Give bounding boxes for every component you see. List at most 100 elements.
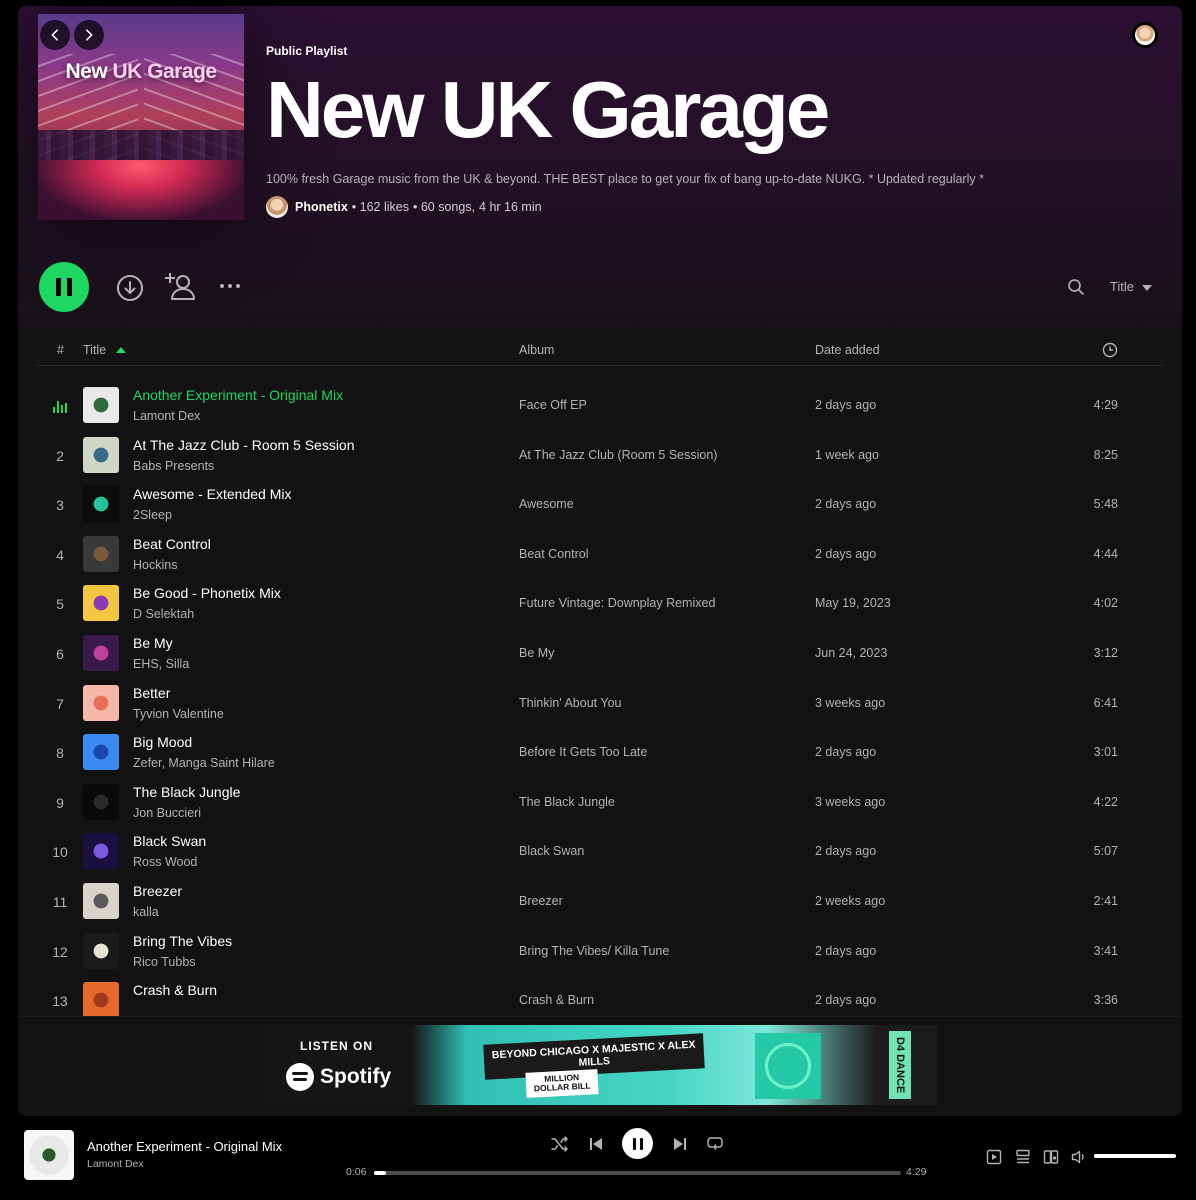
track-album[interactable]: Bring The Vibes/ Killa Tune <box>519 944 669 958</box>
profile-avatar-button[interactable] <box>1132 22 1158 48</box>
likes-count: • 162 likes <box>351 200 409 214</box>
track-row[interactable]: 5 Be Good - Phonetix Mix D Selektah Future … <box>38 579 1162 629</box>
mute-button[interactable] <box>1069 1147 1089 1167</box>
track-album[interactable]: Face Off EP <box>519 398 587 412</box>
track-row[interactable]: 4 Beat Control Hockins Beat Control 2 days a… <box>38 530 1162 580</box>
connect-device-button[interactable] <box>1041 1147 1061 1167</box>
track-artist[interactable]: Hockins <box>133 558 177 572</box>
track-row[interactable]: Another Experiment - Original Mix Lamont … <box>38 381 1162 431</box>
owner-avatar[interactable] <box>266 196 288 218</box>
player-pause-button[interactable] <box>622 1128 653 1159</box>
track-title[interactable]: Another Experiment - Original Mix <box>133 387 343 403</box>
track-artist[interactable]: Ross Wood <box>133 855 197 869</box>
track-number: 3 <box>56 497 64 514</box>
page-title: New UK Garage <box>266 65 830 154</box>
pause-button[interactable] <box>39 262 89 312</box>
now-playing-artwork[interactable] <box>24 1130 74 1180</box>
owner-link[interactable]: Phonetix <box>295 200 348 214</box>
track-artist[interactable]: D Selektah <box>133 607 194 621</box>
track-title[interactable]: Better <box>133 685 170 701</box>
pause-icon <box>56 278 61 296</box>
invite-collaborator-button[interactable] <box>164 270 196 302</box>
track-album[interactable]: Crash & Burn <box>519 993 594 1007</box>
track-album[interactable]: Black Swan <box>519 844 584 858</box>
track-title[interactable]: Crash & Burn <box>133 982 217 998</box>
track-title[interactable]: Beat Control <box>133 536 211 552</box>
track-row[interactable]: 2 At The Jazz Club - Room 5 Session Babs P… <box>38 431 1162 481</box>
queue-button[interactable] <box>1013 1147 1033 1167</box>
songs-count: • 60 songs, <box>412 200 476 214</box>
track-artist[interactable]: Babs Presents <box>133 459 214 473</box>
previous-button[interactable] <box>586 1134 606 1154</box>
track-row[interactable]: 11 Breezer kalla Breezer 2 weeks ago 2:41 <box>38 877 1162 927</box>
more-icon <box>220 284 240 288</box>
track-title[interactable]: The Black Jungle <box>133 784 240 800</box>
track-album[interactable]: Beat Control <box>519 547 588 561</box>
track-artist[interactable]: EHS, Silla <box>133 657 189 671</box>
track-title[interactable]: Be Good - Phonetix Mix <box>133 585 281 601</box>
track-row[interactable]: 10 Black Swan Ross Wood Black Swan 2 days ag… <box>38 827 1162 877</box>
track-title[interactable]: At The Jazz Club - Room 5 Session <box>133 437 355 453</box>
track-artist[interactable]: Lamont Dex <box>133 409 200 423</box>
track-row[interactable]: 7 Better Tyvion Valentine Thinkin' About Yo… <box>38 679 1162 729</box>
track-album[interactable]: Awesome <box>519 497 574 511</box>
column-title[interactable]: Title <box>83 343 106 357</box>
forward-button[interactable] <box>74 20 104 50</box>
volume-slider[interactable] <box>1094 1154 1176 1158</box>
search-in-playlist-button[interactable] <box>1066 277 1086 297</box>
sort-dropdown[interactable]: Title <box>1110 279 1134 294</box>
track-title[interactable]: Be My <box>133 635 173 651</box>
track-list: Another Experiment - Original Mix Lamont … <box>38 381 1162 1026</box>
track-title[interactable]: Bring The Vibes <box>133 933 232 949</box>
track-artist[interactable]: Rico Tubbs <box>133 955 196 969</box>
track-date-added: 2 days ago <box>815 546 877 561</box>
repeat-button[interactable] <box>705 1134 725 1154</box>
track-title[interactable]: Breezer <box>133 883 182 899</box>
track-album[interactable]: Future Vintage: Downplay Remixed <box>519 596 715 610</box>
track-artist[interactable]: 2Sleep <box>133 508 172 522</box>
track-row[interactable]: 12 Bring The Vibes Rico Tubbs Bring The Vib… <box>38 927 1162 977</box>
add-user-icon <box>165 273 195 300</box>
track-artist[interactable]: kalla <box>133 905 159 919</box>
next-button[interactable] <box>670 1134 690 1154</box>
track-artist[interactable]: Jon Buccieri <box>133 806 201 820</box>
track-album[interactable]: Be My <box>519 646 554 660</box>
progress-bar[interactable] <box>374 1171 901 1175</box>
track-album[interactable]: At The Jazz Club (Room 5 Session) <box>519 448 717 462</box>
ad-banner[interactable]: LISTEN ON Spotify BEYOND CHICAGO X MAJES… <box>264 1025 937 1105</box>
track-artist[interactable]: Tyvion Valentine <box>133 707 224 721</box>
elapsed-time: 0:06 <box>346 1166 367 1178</box>
download-button[interactable] <box>116 274 144 302</box>
shuffle-button[interactable] <box>550 1134 570 1154</box>
now-playing-title[interactable]: Another Experiment - Original Mix <box>87 1139 282 1154</box>
track-album[interactable]: Before It Gets Too Late <box>519 745 647 759</box>
track-title[interactable]: Black Swan <box>133 833 206 849</box>
track-duration: 6:41 <box>1093 695 1118 710</box>
track-artist[interactable]: Zefer, Manga Saint Hilare <box>133 756 275 770</box>
now-playing-view-button[interactable] <box>984 1147 1004 1167</box>
column-number: # <box>57 343 64 357</box>
playlist-cover[interactable]: New UK Garage <box>38 14 244 220</box>
cover-decoration <box>38 160 244 220</box>
track-album[interactable]: Thinkin' About You <box>519 696 621 710</box>
track-album[interactable]: Breezer <box>519 894 563 908</box>
track-date-added: 3 weeks ago <box>815 794 886 809</box>
search-icon <box>1068 279 1084 295</box>
track-title[interactable]: Big Mood <box>133 734 192 750</box>
track-row[interactable]: 3 Awesome - Extended Mix 2Sleep Awesome 2 da… <box>38 480 1162 530</box>
column-date-added[interactable]: Date added <box>815 343 880 357</box>
back-button[interactable] <box>40 20 70 50</box>
now-playing-artist[interactable]: Lamont Dex <box>87 1158 144 1170</box>
track-title[interactable]: Awesome - Extended Mix <box>133 486 291 502</box>
pause-icon <box>632 1137 636 1150</box>
track-row[interactable]: 8 Big Mood Zefer, Manga Saint Hilare Before… <box>38 728 1162 778</box>
track-date-added: Jun 24, 2023 <box>815 645 888 660</box>
more-options-button[interactable] <box>218 278 244 294</box>
column-album[interactable]: Album <box>519 343 554 357</box>
track-row[interactable]: 9 The Black Jungle Jon Buccieri The Black J… <box>38 778 1162 828</box>
sort-ascending-icon <box>116 347 126 353</box>
track-row[interactable]: 6 Be My EHS, Silla Be My Jun 24, 2023 3:12 <box>38 629 1162 679</box>
chevron-right-icon <box>86 29 93 41</box>
repeat-icon <box>707 1137 723 1150</box>
track-album[interactable]: The Black Jungle <box>519 795 615 809</box>
